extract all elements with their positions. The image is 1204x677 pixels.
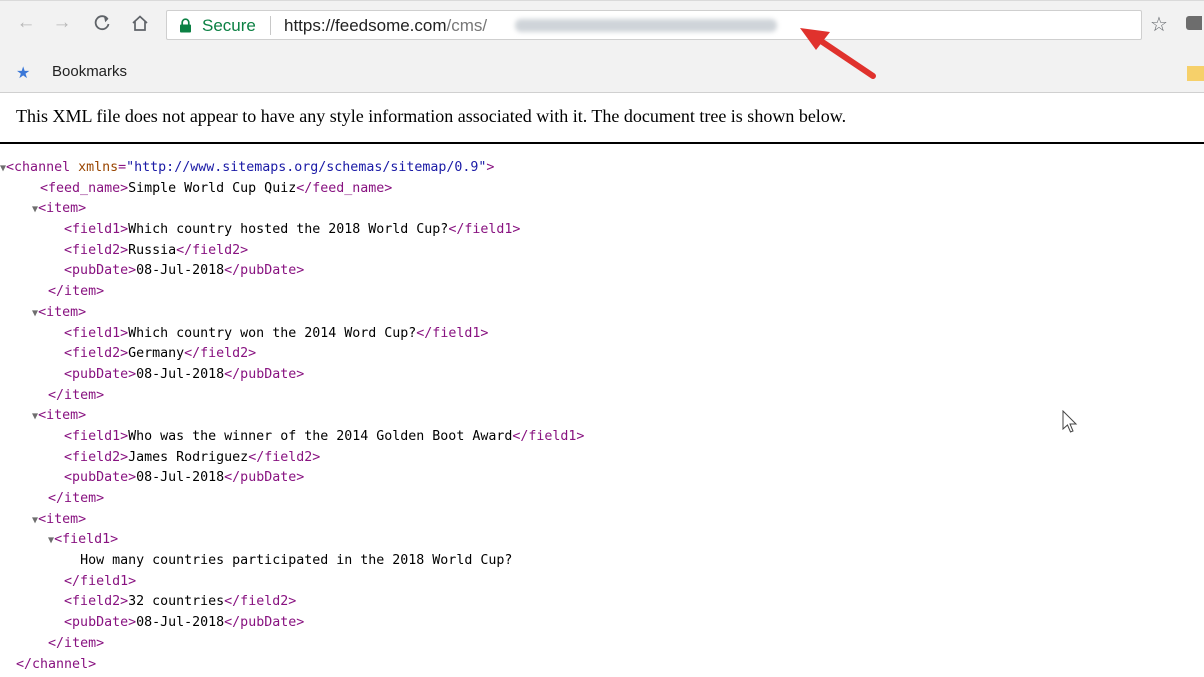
pubdate-value: 08-Jul-2018 [136,263,225,279]
field1-value: Which country won the 2014 Word Cup? [128,325,417,341]
field1-value: Who was the winner of the 2014 Golden Bo… [128,428,513,444]
xml-line: How many countries participated in the 2… [0,551,584,572]
feed-name-value: Simple World Cup Quiz [128,180,297,196]
xml-line: ▼<channel xmlns="http://www.sitemaps.org… [0,160,495,175]
xml-line: </field1> [64,573,137,589]
xml-line: </item> [48,635,105,651]
pubdate-value: 08-Jul-2018 [136,470,225,486]
xml-line: <field1>Who was the winner of the 2014 G… [64,428,585,444]
xml-line: ▼<item> [32,511,87,527]
field2-value: James Rodriguez [128,449,249,465]
pubdate-value: 08-Jul-2018 [136,615,225,631]
field2-value: 32 countries [128,594,225,610]
red-arrow-annotation-icon [800,28,876,79]
xml-line: <field2>Russia</field2> [64,242,249,258]
mouse-cursor-icon [1062,410,1078,433]
xml-line: </item> [48,284,105,300]
xml-line: <feed_name>Simple World Cup Quiz</feed_n… [40,180,393,196]
xml-line: </item> [48,491,105,506]
xml-line: ▼<item> [32,201,87,217]
xml-line: ▼<item> [32,408,87,424]
pubdate-value: 08-Jul-2018 [136,366,225,382]
xml-line: </item> [48,387,105,403]
xml-document-tree: ▼<channel xmlns="http://www.sitemaps.org… [0,158,584,675]
xml-line: <pubDate>08-Jul-2018</pubDate> [64,263,305,279]
xml-line: <pubDate>08-Jul-2018</pubDate> [64,470,305,486]
xml-line: <field2>James Rodriguez</field2> [64,449,321,465]
xml-line: <field2>Germany</field2> [64,346,257,362]
xml-line: <pubDate>08-Jul-2018</pubDate> [64,615,305,631]
field2-value: Russia [128,242,177,258]
xml-line: <field2>32 countries</field2> [64,594,297,610]
xml-line: ▼<item> [32,304,87,320]
field2-value: Germany [128,346,185,362]
xml-line: <field1>Which country won the 2014 Word … [64,325,489,341]
notice-divider [0,142,1204,144]
field1-value: Which country hosted the 2018 World Cup? [128,222,449,238]
xml-line: <pubDate>08-Jul-2018</pubDate> [64,366,305,382]
field1-value: How many countries participated in the 2… [80,553,513,569]
xml-line: ▼<field1> [48,532,119,548]
xml-style-notice: This XML file does not appear to have an… [16,106,847,126]
xml-line: <field1>Which country hosted the 2018 Wo… [64,222,521,238]
xml-line: </channel> [16,656,97,672]
